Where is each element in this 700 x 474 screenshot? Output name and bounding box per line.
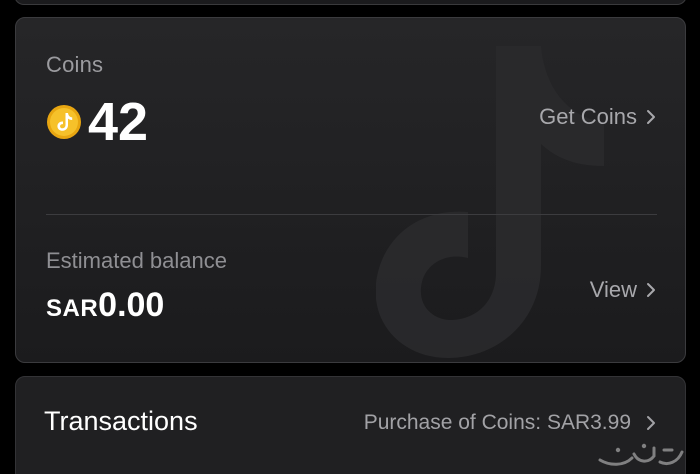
get-coins-link[interactable]: Get Coins [539,104,657,130]
haraj-watermark-logo [598,443,684,466]
estimated-balance-label: Estimated balance [46,248,227,273]
view-balance-link[interactable]: View [590,277,657,303]
chevron-right-icon [647,283,655,297]
chevron-right-icon [647,110,655,124]
get-coins-label: Get Coins [539,104,637,129]
balance-amount: 0.00 [98,286,165,324]
estimated-balance-value: SAR 0.00 [46,286,164,325]
chevron-right-icon [647,416,655,430]
divider [46,214,657,215]
previous-card-edge [14,0,687,5]
currency-code: SAR [46,295,99,322]
latest-transaction: Purchase of Coins: SAR3.99 [364,411,657,435]
view-label: View [589,277,637,302]
tiktok-coin-icon [47,105,81,139]
coin-balance: 42 [88,92,149,152]
tiktok-watermark-icon [376,46,604,358]
balance-card: Coins 42 Get Coins Estimated balance SAR… [15,17,686,363]
coins-label: Coins [46,52,104,77]
latest-transaction-text: Purchase of Coins: SAR3.99 [363,411,631,434]
transactions-title: Transactions [44,406,198,436]
transactions-row[interactable]: Transactions Purchase of Coins: SAR3.99 [15,376,686,474]
wallet-screen: Coins 42 Get Coins Estimated balance SAR… [0,0,700,474]
